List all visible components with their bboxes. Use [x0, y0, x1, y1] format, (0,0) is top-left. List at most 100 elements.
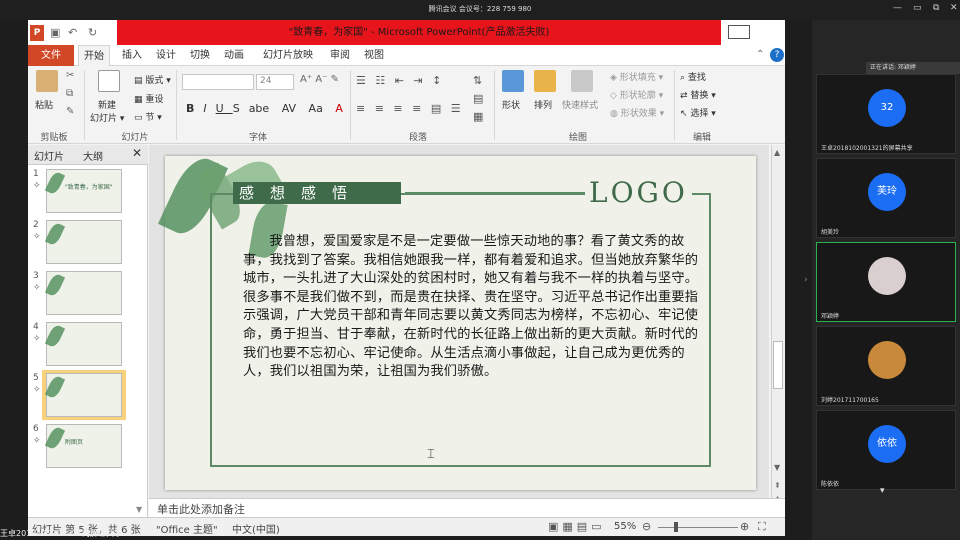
- tab-view[interactable]: 视图: [360, 45, 388, 66]
- shapes-button[interactable]: 形状: [502, 98, 520, 111]
- paste-icon[interactable]: [36, 70, 58, 92]
- arrange-icon[interactable]: [534, 70, 556, 92]
- participant-panel: › 正在讲话: 邓颖婷 32 王卓2018102001321的屏幕共享 芙玲 胡美玲邓…: [804, 20, 960, 540]
- slide-thumbnail[interactable]: 附图页: [44, 424, 122, 468]
- theme-name[interactable]: "Office 主题": [156, 521, 218, 536]
- cut-icon[interactable]: ✂: [66, 70, 74, 81]
- quick-style-button[interactable]: 快速样式: [562, 98, 598, 111]
- char-spacing-button[interactable]: AV: [282, 102, 296, 115]
- tab-slides[interactable]: 幻灯片: [34, 148, 64, 163]
- participant-tile[interactable]: 依依 陈依依: [816, 410, 956, 490]
- tab-review[interactable]: 审阅: [326, 45, 354, 66]
- close-icon[interactable]: ✕: [950, 3, 958, 13]
- thumbnail-number: 6: [33, 424, 39, 434]
- bold-button[interactable]: B: [186, 102, 203, 115]
- redo-icon[interactable]: ↻: [88, 26, 97, 39]
- reset-button[interactable]: ▦ 重设: [134, 92, 163, 105]
- new-slide-button[interactable]: 新建: [98, 98, 116, 111]
- window-control-icon[interactable]: [728, 25, 750, 39]
- current-slide[interactable]: 感想感悟 LOGO 我曾想，爱国爱家是不是一定要做一些惊天动地的事？看了黄文秀的…: [157, 151, 756, 490]
- maximize-icon[interactable]: ▭: [913, 3, 922, 13]
- help-icon[interactable]: ?: [770, 48, 784, 62]
- section-button[interactable]: ▭ 节 ▾: [134, 110, 162, 123]
- replace-button[interactable]: ⇄ 替换 ▾: [680, 88, 716, 101]
- list-buttons[interactable]: ☰ ☷ ⇤ ⇥ ↕: [356, 74, 444, 87]
- new-slide-icon[interactable]: [98, 70, 120, 92]
- slide-thumbnail[interactable]: [44, 322, 122, 366]
- participant-tile[interactable]: 刘婷201711700165: [816, 326, 956, 406]
- zoom-slider-thumb[interactable]: [674, 522, 678, 532]
- slide-thumbnail[interactable]: [44, 220, 122, 264]
- find-label: 查找: [687, 73, 706, 83]
- tab-design[interactable]: 设计: [152, 45, 180, 66]
- slide-thumbnail[interactable]: [44, 373, 122, 417]
- italic-button[interactable]: I: [203, 102, 215, 115]
- tab-insert[interactable]: 插入: [118, 45, 146, 66]
- effect-icon: ◍: [610, 109, 621, 119]
- participant-tile[interactable]: 邓颖婷: [816, 242, 956, 322]
- slide-thumbnail[interactable]: [44, 271, 122, 315]
- zoom-level[interactable]: 55%: [614, 521, 636, 532]
- underline-button[interactable]: U: [216, 102, 233, 115]
- format-painter-icon[interactable]: ✎: [66, 106, 74, 117]
- fit-slide-icon[interactable]: ⛶: [758, 520, 766, 534]
- participant-tile[interactable]: 32 王卓2018102001321的屏幕共享: [816, 74, 956, 154]
- find-button[interactable]: ⌕ 查找: [680, 70, 706, 83]
- slide-thumbnail[interactable]: "致青春，为家国": [44, 169, 122, 213]
- scroll-thumb[interactable]: [773, 341, 783, 389]
- quick-style-icon[interactable]: [571, 70, 593, 92]
- text-direction-icon[interactable]: ⇅ ▤ ▦: [473, 72, 483, 126]
- change-case-button[interactable]: Aa: [309, 102, 323, 115]
- shape-effect-button[interactable]: ◍ 形状效果 ▾: [610, 106, 664, 119]
- vertical-scrollbar[interactable]: ▲ ▼ ⇞ ⇟: [771, 145, 784, 517]
- shadow-button[interactable]: S: [233, 102, 249, 115]
- select-button[interactable]: ↖ 选择 ▾: [680, 106, 716, 119]
- leaf-decoration: [44, 323, 66, 349]
- shape-outline-button[interactable]: ◇ 形状轮廓 ▾: [610, 88, 663, 101]
- arrange-button[interactable]: 排列: [534, 98, 552, 111]
- tab-slideshow[interactable]: 幻灯片放映: [258, 45, 318, 66]
- close-panel-icon[interactable]: ✕: [132, 146, 142, 160]
- zoom-out-icon[interactable]: ⊖: [642, 520, 651, 533]
- slide-logo[interactable]: LOGO: [585, 176, 692, 209]
- minimize-icon[interactable]: —: [893, 3, 902, 13]
- slide-title[interactable]: 感想感悟: [233, 182, 401, 204]
- font-size-dropdown[interactable]: 24: [256, 74, 294, 90]
- paste-button[interactable]: 粘贴: [35, 98, 53, 111]
- copy-icon[interactable]: ⧉: [66, 88, 73, 99]
- layout-icon: ▤: [134, 76, 146, 86]
- tab-outline[interactable]: 大纲: [83, 148, 103, 163]
- more-participants-icon[interactable]: ▾: [880, 486, 885, 496]
- zoom-slider[interactable]: [658, 527, 738, 528]
- tab-home[interactable]: 开始: [78, 45, 110, 67]
- collapse-panel-icon[interactable]: ›: [804, 275, 808, 285]
- tab-transitions[interactable]: 切换: [186, 45, 214, 66]
- participant-avatar: 依依: [868, 425, 906, 463]
- align-buttons[interactable]: ≡ ≡ ≡ ≡ ▤ ☰: [356, 102, 464, 115]
- font-format-buttons[interactable]: BIUSabe AV Aa A: [186, 102, 352, 115]
- restore-icon[interactable]: ⧉: [933, 3, 939, 13]
- new-slide-dropdown[interactable]: 幻灯片 ▾: [90, 111, 124, 124]
- tab-animations[interactable]: 动画: [220, 45, 248, 66]
- scroll-down-icon[interactable]: ▼: [774, 463, 780, 472]
- strikethrough-button[interactable]: abe: [249, 102, 270, 115]
- powerpoint-logo-icon[interactable]: P: [30, 25, 44, 41]
- grow-font-icon[interactable]: A⁺ A⁻ ✎: [300, 74, 339, 85]
- layout-button[interactable]: ▤ 版式 ▾: [134, 73, 171, 86]
- slide-body-text[interactable]: 我曾想，爱国爱家是不是一定要做一些惊天动地的事？看了黄文秀的故事，我找到了答案。…: [243, 233, 701, 382]
- participant-tile[interactable]: 芙玲 胡美玲: [816, 158, 956, 238]
- shape-fill-button[interactable]: ◈ 形状填充 ▾: [610, 70, 663, 83]
- zoom-in-icon[interactable]: ⊕: [740, 520, 749, 533]
- save-icon[interactable]: ▣: [50, 26, 60, 39]
- language-indicator[interactable]: 中文(中国): [232, 521, 280, 536]
- scroll-down-icon[interactable]: ▼: [136, 505, 142, 514]
- shapes-icon[interactable]: [502, 70, 524, 92]
- collapse-ribbon-icon[interactable]: ⌃: [756, 49, 764, 60]
- notes-pane[interactable]: 单击此处添加备注: [149, 498, 785, 518]
- view-buttons[interactable]: ▣▦▤▭: [548, 520, 606, 533]
- undo-icon[interactable]: ↶: [68, 26, 77, 39]
- scroll-up-icon[interactable]: ▲: [774, 148, 780, 157]
- font-family-dropdown[interactable]: [182, 74, 254, 90]
- tab-file[interactable]: 文件: [28, 45, 74, 66]
- prev-slide-icon[interactable]: ⇞: [774, 481, 781, 490]
